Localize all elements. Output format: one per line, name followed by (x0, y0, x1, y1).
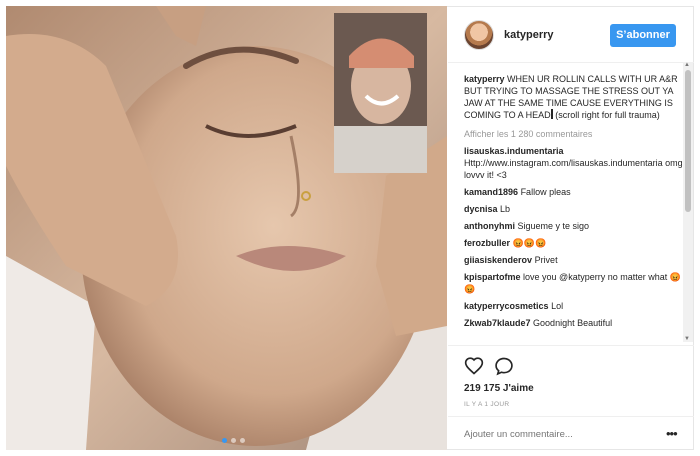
caption-username[interactable]: katyperry (464, 74, 505, 84)
comment-text: Fallow pleas (520, 187, 571, 197)
list-item: kamand1896 Fallow pleas (464, 186, 686, 198)
comment-text: Lol (551, 301, 564, 311)
carousel-dot[interactable] (240, 438, 245, 443)
carousel-indicator[interactable] (222, 438, 245, 443)
comment-text: Http://www.instagram.com/lisauskas.indum… (464, 158, 683, 180)
list-item: ferozbuller 😡😡😡 (464, 237, 686, 249)
post-header: katyperry S’abonner (448, 6, 694, 63)
comment-username[interactable]: kpispartofme (464, 272, 521, 282)
comment-username[interactable]: ferozbuller (464, 238, 510, 248)
post-media[interactable] (6, 6, 447, 450)
list-item: lisauskas.indumentaria Http://www.instag… (464, 145, 686, 181)
comment-username[interactable]: giiasiskenderov (464, 255, 532, 265)
comment-username[interactable]: dycnisa (464, 204, 498, 214)
comment-text: Privet (534, 255, 558, 265)
comment-text: Goodnight Beautiful (533, 318, 613, 328)
header-username[interactable]: katyperry (504, 29, 554, 41)
list-item: kpispartofme love you @katyperry no matt… (464, 271, 686, 295)
comment-text: 😡😡😡 (512, 238, 547, 248)
follow-button[interactable]: S’abonner (610, 24, 676, 47)
comments-list: katyperry WHEN UR ROLLIN CALLS WITH UR A… (464, 73, 686, 345)
scrollbar-thumb[interactable] (685, 70, 691, 212)
caption-suffix: (scroll right for full trauma) (555, 110, 660, 120)
comment-text: Lb (500, 204, 511, 214)
heart-icon[interactable] (464, 356, 484, 376)
list-item: katyperrycosmetics Lol (464, 300, 686, 312)
photo (6, 6, 447, 450)
more-icon[interactable]: ••• (666, 426, 678, 441)
comment-username[interactable]: katyperrycosmetics (464, 301, 549, 311)
list-item: anthonyhmi Sigueme y te sigo (464, 220, 686, 232)
caption: katyperry WHEN UR ROLLIN CALLS WITH UR A… (464, 73, 686, 121)
comments-scrollbar[interactable]: ▲ ▼ (683, 62, 693, 342)
add-comment-bar: ••• (448, 416, 694, 450)
likes-count[interactable]: 219 175 J'aime (464, 383, 534, 394)
post-timestamp: IL Y A 1 JOUR (464, 401, 510, 408)
list-item: giiasiskenderov Privet (464, 254, 686, 266)
comment-text: Sigueme y te sigo (517, 221, 590, 231)
comment-input[interactable] (464, 426, 654, 442)
scroll-down-icon[interactable]: ▼ (684, 336, 690, 342)
scroll-up-icon[interactable]: ▲ (684, 62, 690, 68)
carousel-dot[interactable] (231, 438, 236, 443)
post-sidebar: katyperry S’abonner katyperry WHEN UR RO… (448, 6, 694, 450)
view-all-comments-link[interactable]: Afficher les 1 280 commentaires (464, 128, 686, 140)
post-actions: 219 175 J'aime IL Y A 1 JOUR (448, 345, 694, 425)
comment-username[interactable]: kamand1896 (464, 187, 518, 197)
carousel-dot[interactable] (222, 438, 227, 443)
text-cursor (550, 109, 553, 119)
list-item: Zkwab7klaude7 Goodnight Beautiful (464, 317, 686, 329)
comment-username[interactable]: Zkwab7klaude7 (464, 318, 531, 328)
comment-bubble-icon[interactable] (494, 356, 514, 376)
comment-username[interactable]: lisauskas.indumentaria (464, 146, 564, 156)
avatar[interactable] (464, 20, 494, 50)
comment-username[interactable]: anthonyhmi (464, 221, 515, 231)
list-item: dycnisa Lb (464, 203, 686, 215)
